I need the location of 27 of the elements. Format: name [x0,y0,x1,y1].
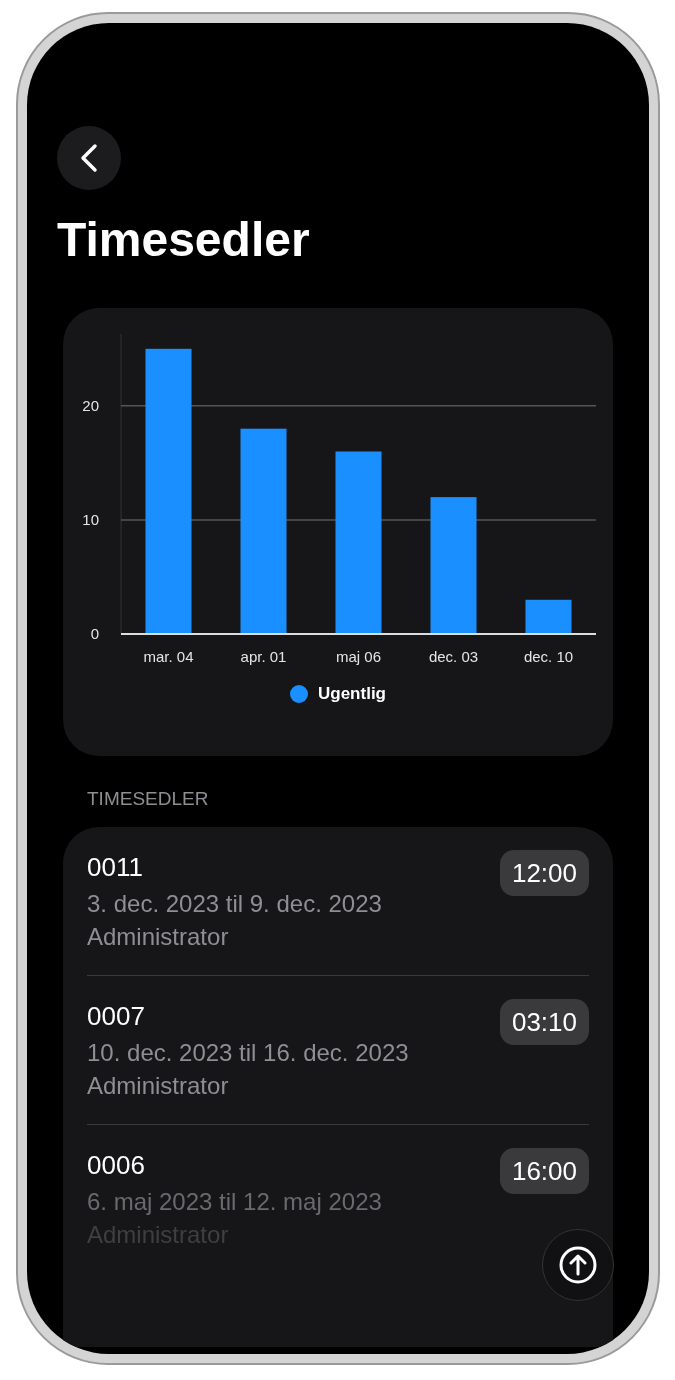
timesheet-row[interactable]: 0007 10. dec. 2023 til 16. dec. 2023 Administrator 03:10 [87,976,589,1125]
timesheet-period: 3. dec. 2023 til 9. dec. 2023 [87,889,382,919]
timesheet-number: 0011 [87,851,144,883]
back-icon [80,143,98,173]
arrow-up-circle-icon [559,1246,597,1284]
y-tick-label: 0 [90,625,99,642]
timesheet-owner: Administrator [87,1071,230,1101]
x-tick-label: apr. 01 [240,648,286,665]
timesheet-number: 0006 [87,1149,146,1181]
x-tick-label: mar. 04 [143,648,193,665]
timesheet-number: 0007 [87,1000,146,1032]
timesheet-period: 10. dec. 2023 til 16. dec. 2023 [87,1038,409,1068]
y-tick-label: 20 [81,396,99,414]
timesheet-row[interactable]: 0011 3. dec. 2023 til 9. dec. 2023 Administrator 12:00 [87,827,589,976]
timesheet-owner: Administrator [87,922,230,952]
bar [525,599,571,634]
page-title: Timesedler [57,212,311,268]
x-tick-label: dec. 10 [523,648,573,665]
hours-label: 03:10 [499,999,589,1045]
legend-label: Ugentlig [318,683,386,705]
hours-label: 16:00 [499,1148,589,1194]
hours-label: 12:00 [499,850,589,896]
section-header: TIMESEDLER [87,788,210,810]
y-tick-label: 10 [81,510,99,528]
timesheet-period: 6. maj 2023 til 12. maj 2023 [87,1187,382,1217]
x-tick-label: dec. 03 [428,648,478,665]
x-tick-label: maj 06 [335,648,381,665]
